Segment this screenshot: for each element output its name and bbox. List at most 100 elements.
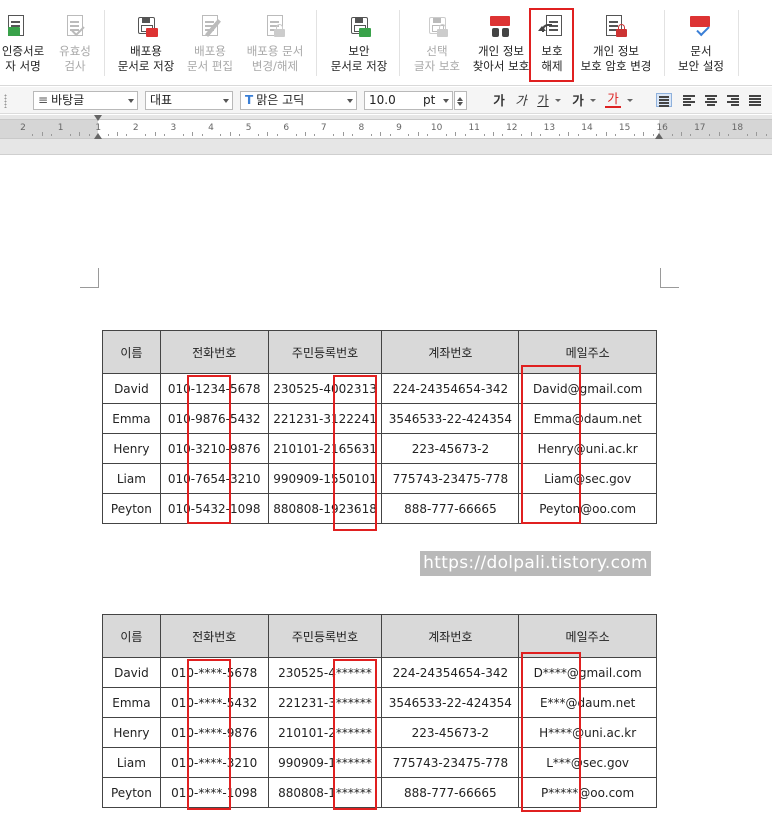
- horizontal-ruler[interactable]: 2 1 1 2 3 4 5 6 7 8 9 10 11 12 13 14 15 16 17 18: [0, 115, 772, 155]
- cell-name: Peyton: [102, 493, 161, 524]
- certificate-icon: [8, 14, 36, 40]
- document-page[interactable]: 이름 전화번호 주민등록번호 계좌번호 메일주소 David 010-1234-…: [0, 156, 772, 839]
- save-distribution-button[interactable]: 배포용 문서로 저장: [113, 8, 179, 80]
- font-select[interactable]: T 맑은 고딕: [240, 91, 357, 110]
- strikethrough-button[interactable]: 가: [570, 92, 586, 110]
- ruler-tick: [32, 134, 34, 136]
- cell-name: David: [102, 373, 161, 404]
- ruler-tick: [229, 132, 231, 136]
- cell-email: Liam@sec.gov: [518, 463, 657, 494]
- left-indent-marker[interactable]: [94, 133, 102, 139]
- change-privacy-password-label-1: 개인 정보: [593, 44, 639, 58]
- chevron-down-icon[interactable]: [590, 99, 596, 105]
- validity-check-label-2: 검사: [64, 59, 86, 73]
- ruler-tick: [41, 132, 43, 136]
- ruler-number: 12: [506, 123, 518, 133]
- table-row: Peyton 010-****-1098 880808-1****** 888-…: [102, 777, 657, 808]
- cell-account: 888-777-66665: [381, 777, 520, 808]
- ruler-tick: [493, 132, 494, 136]
- cell-account: 775743-23475-778: [381, 463, 520, 494]
- ribbon-separator: [104, 10, 105, 76]
- cert-sign-label-2: 자 서명: [5, 59, 41, 73]
- ruler-number: 2: [20, 123, 26, 133]
- underline-button[interactable]: 가: [535, 92, 551, 110]
- language-select[interactable]: 대표: [145, 91, 233, 110]
- align-left-icon[interactable]: [681, 93, 697, 107]
- ruler-tick: [182, 134, 184, 136]
- change-privacy-password-button[interactable]: 개인 정보 보호 암호 변경: [576, 8, 656, 80]
- cell-phone: 010-****-9876: [159, 717, 269, 748]
- toolbar-grip[interactable]: [4, 94, 7, 108]
- right-indent-marker[interactable]: [655, 133, 663, 139]
- cell-account: 3546533-22-424354: [381, 403, 520, 434]
- ruler-tick: [483, 134, 485, 136]
- original-data-table[interactable]: 이름 전화번호 주민등록번호 계좌번호 메일주소 David 010-1234-…: [102, 330, 657, 524]
- ruler-tick: [690, 134, 692, 136]
- ruler-tick: [220, 134, 222, 136]
- ruler-tick: [502, 134, 504, 136]
- change-privacy-password-label-2: 보호 암호 변경: [580, 59, 652, 73]
- align-right-icon[interactable]: [725, 93, 741, 107]
- ruler-number: 4: [208, 123, 214, 133]
- ruler-tick: [728, 134, 729, 136]
- align-justify-icon[interactable]: [656, 93, 672, 107]
- cell-resident-id: 221231-3122241: [267, 403, 383, 434]
- cert-sign-button[interactable]: 인증서로 자 서명: [0, 8, 50, 80]
- font-color-button[interactable]: 가: [605, 92, 621, 108]
- ruler-tick: [427, 134, 429, 136]
- find-protect-privacy-label-2: 찾아서 보호: [472, 59, 530, 73]
- cell-account: 888-777-66665: [381, 493, 520, 524]
- ruler-tick: [577, 134, 579, 136]
- save-secure-label-1: 보안: [348, 44, 370, 58]
- ruler-tick: [408, 134, 410, 136]
- edit-distribution-button[interactable]: 배포용 문서 편집: [184, 8, 236, 80]
- font-size-spinner[interactable]: [454, 91, 467, 110]
- ruler-tick: [70, 134, 71, 136]
- document-security-settings-button[interactable]: 문서 보안 설정: [672, 8, 730, 80]
- cell-email: H****@uni.ac.kr: [518, 717, 657, 748]
- cell-email: Peyton@oo.com: [518, 493, 657, 524]
- cell-phone: 010-9876-5432: [159, 403, 269, 434]
- ruler-tick: [305, 132, 306, 136]
- unprotect-highlight-box: [529, 8, 574, 82]
- cell-account: 223-45673-2: [381, 433, 520, 464]
- table-row: Emma 010-9876-5432 221231-3122241 354653…: [102, 403, 657, 434]
- change-distribution-button[interactable]: 배포용 문서 변경/해제: [243, 8, 307, 80]
- table-header-row: 이름 전화번호 주민등록번호 계좌번호 메일주소: [102, 614, 657, 658]
- ruler-tick: [521, 134, 523, 136]
- ruler-tick: [718, 132, 720, 136]
- masked-data-table[interactable]: 이름 전화번호 주민등록번호 계좌번호 메일주소 David 010-****-…: [102, 614, 657, 808]
- align-center-icon[interactable]: [703, 93, 719, 107]
- table-row: David 010-1234-5678 230525-4002313 224-2…: [102, 373, 657, 404]
- table-row: Henry 010-****-9876 210101-2****** 223-4…: [102, 717, 657, 748]
- style-select[interactable]: ≡ 바탕글: [33, 91, 138, 110]
- ruler-tick: [464, 134, 466, 136]
- cell-account: 3546533-22-424354: [381, 687, 520, 718]
- table-row: Peyton 010-5432-1098 880808-1923618 888-…: [102, 493, 657, 524]
- chevron-down-icon[interactable]: [627, 99, 633, 105]
- find-protect-privacy-button[interactable]: 개인 정보 찾아서 보호: [470, 8, 532, 80]
- cell-name: Emma: [102, 687, 161, 718]
- chevron-down-icon[interactable]: [555, 99, 561, 105]
- cell-phone: 010-1234-5678: [159, 373, 269, 404]
- cell-resident-id: 210101-2******: [267, 717, 383, 748]
- ruler-tick: [276, 134, 278, 136]
- validity-check-button[interactable]: 유효성 검사: [54, 8, 96, 80]
- italic-button[interactable]: 가: [513, 92, 529, 110]
- ruler-number: 15: [618, 123, 631, 133]
- bold-button[interactable]: 가: [491, 92, 507, 110]
- ruler-tick: [455, 132, 457, 136]
- ruler-tick: [681, 132, 682, 136]
- ruler-tick: [756, 132, 758, 136]
- protect-selection-button[interactable]: 선택 글자 보호: [409, 8, 465, 80]
- font-size-input[interactable]: 10.0 pt: [364, 91, 453, 110]
- cell-resident-id: 990909-1******: [267, 747, 383, 778]
- cell-email: L***@sec.gov: [518, 747, 657, 778]
- align-distribute-icon[interactable]: [747, 93, 763, 107]
- first-line-indent-marker[interactable]: [94, 115, 102, 121]
- edit-distribution-label-2: 문서 편집: [187, 59, 233, 73]
- ribbon-separator: [399, 10, 400, 76]
- table-row: Liam 010-****-3210 990909-1****** 775743…: [102, 747, 657, 778]
- save-secure-button[interactable]: 보안 문서로 저장: [326, 8, 392, 80]
- header-name: 이름: [102, 330, 161, 374]
